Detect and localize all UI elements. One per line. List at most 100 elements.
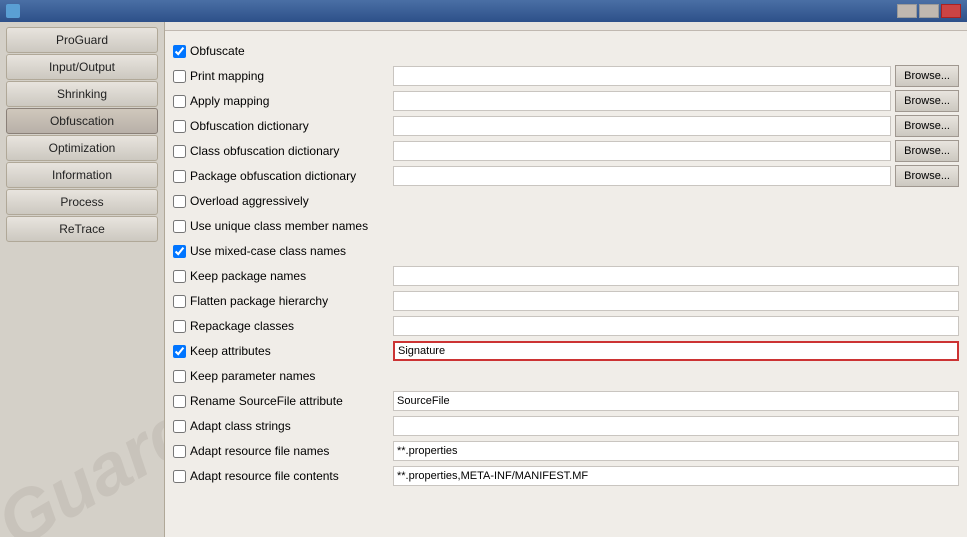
- option-label-apply-mapping[interactable]: Apply mapping: [173, 94, 393, 108]
- browse-button-package-obfuscation-dictionary[interactable]: Browse...: [895, 165, 959, 187]
- option-label-obfuscation-dictionary[interactable]: Obfuscation dictionary: [173, 119, 393, 133]
- input-wrap-adapt-class-strings: [393, 416, 959, 436]
- window-controls: [897, 4, 961, 18]
- maximize-button[interactable]: [919, 4, 939, 18]
- option-row-flatten-package-hierarchy: Flatten package hierarchy: [173, 290, 959, 312]
- option-label-class-obfuscation-dictionary[interactable]: Class obfuscation dictionary: [173, 144, 393, 158]
- sidebar-item-optimization[interactable]: Optimization: [6, 135, 158, 161]
- option-label-rename-sourcefile-attribute[interactable]: Rename SourceFile attribute: [173, 394, 393, 408]
- option-label-obfuscate[interactable]: Obfuscate: [173, 44, 393, 58]
- checkbox-obfuscation-dictionary[interactable]: [173, 120, 186, 133]
- option-label-keep-parameter-names[interactable]: Keep parameter names: [173, 369, 393, 383]
- input-wrap-keep-attributes: [393, 341, 959, 361]
- checkbox-repackage-classes[interactable]: [173, 320, 186, 333]
- option-label-overload-aggressively[interactable]: Overload aggressively: [173, 194, 393, 208]
- checkbox-keep-parameter-names[interactable]: [173, 370, 186, 383]
- option-label-keep-attributes[interactable]: Keep attributes: [173, 344, 393, 358]
- checkbox-apply-mapping[interactable]: [173, 95, 186, 108]
- option-label-adapt-resource-file-contents[interactable]: Adapt resource file contents: [173, 469, 393, 483]
- option-row-obfuscation-dictionary: Obfuscation dictionary Browse...: [173, 115, 959, 137]
- option-row-package-obfuscation-dictionary: Package obfuscation dictionary Browse...: [173, 165, 959, 187]
- option-label-use-mixed-case-class-names[interactable]: Use mixed-case class names: [173, 244, 393, 258]
- sidebar-watermark: Guard: [0, 387, 165, 537]
- sidebar-item-process[interactable]: Process: [6, 189, 158, 215]
- checkbox-obfuscate[interactable]: [173, 45, 186, 58]
- checkbox-rename-sourcefile-attribute[interactable]: [173, 395, 186, 408]
- input-wrap-obfuscation-dictionary: Browse...: [393, 115, 959, 137]
- checkbox-adapt-class-strings[interactable]: [173, 420, 186, 433]
- app-icon: [6, 4, 20, 18]
- input-wrap-adapt-resource-file-contents: [393, 466, 959, 486]
- checkbox-overload-aggressively[interactable]: [173, 195, 186, 208]
- close-button[interactable]: [941, 4, 961, 18]
- input-wrap-adapt-resource-file-names: [393, 441, 959, 461]
- sidebar-item-input-output[interactable]: Input/Output: [6, 54, 158, 80]
- text-input-obfuscation-dictionary[interactable]: [393, 116, 891, 136]
- option-label-print-mapping[interactable]: Print mapping: [173, 69, 393, 83]
- minimize-button[interactable]: [897, 4, 917, 18]
- text-input-repackage-classes[interactable]: [393, 316, 959, 336]
- text-input-keep-attributes[interactable]: [393, 341, 959, 361]
- option-row-adapt-resource-file-contents: Adapt resource file contents: [173, 465, 959, 487]
- option-label-package-obfuscation-dictionary[interactable]: Package obfuscation dictionary: [173, 169, 393, 183]
- main-container: Guard ProGuardInput/OutputShrinkingObfus…: [0, 22, 967, 537]
- sidebar-item-obfuscation[interactable]: Obfuscation: [6, 108, 158, 134]
- option-label-keep-package-names[interactable]: Keep package names: [173, 269, 393, 283]
- browse-button-print-mapping[interactable]: Browse...: [895, 65, 959, 87]
- text-input-adapt-resource-file-contents[interactable]: [393, 466, 959, 486]
- text-input-apply-mapping[interactable]: [393, 91, 891, 111]
- option-label-flatten-package-hierarchy[interactable]: Flatten package hierarchy: [173, 294, 393, 308]
- browse-button-apply-mapping[interactable]: Browse...: [895, 90, 959, 112]
- checkbox-package-obfuscation-dictionary[interactable]: [173, 170, 186, 183]
- option-row-print-mapping: Print mapping Browse...: [173, 65, 959, 87]
- text-input-adapt-class-strings[interactable]: [393, 416, 959, 436]
- checkbox-keep-attributes[interactable]: [173, 345, 186, 358]
- input-wrap-rename-sourcefile-attribute: [393, 391, 959, 411]
- option-row-keep-parameter-names: Keep parameter names: [173, 365, 959, 387]
- options-content[interactable]: ObfuscatePrint mappingBrowse...Apply map…: [165, 31, 967, 537]
- text-input-rename-sourcefile-attribute[interactable]: [393, 391, 959, 411]
- text-input-flatten-package-hierarchy[interactable]: [393, 291, 959, 311]
- checkbox-use-unique-class-member-names[interactable]: [173, 220, 186, 233]
- option-row-rename-sourcefile-attribute: Rename SourceFile attribute: [173, 390, 959, 412]
- checkbox-adapt-resource-file-names[interactable]: [173, 445, 186, 458]
- sidebar-item-shrinking[interactable]: Shrinking: [6, 81, 158, 107]
- text-input-package-obfuscation-dictionary[interactable]: [393, 166, 891, 186]
- option-label-use-unique-class-member-names[interactable]: Use unique class member names: [173, 219, 393, 233]
- sidebar-item-retrace[interactable]: ReTrace: [6, 216, 158, 242]
- sidebar-item-proguard[interactable]: ProGuard: [6, 27, 158, 53]
- option-row-apply-mapping: Apply mapping Browse...: [173, 90, 959, 112]
- checkbox-flatten-package-hierarchy[interactable]: [173, 295, 186, 308]
- input-wrap-print-mapping: Browse...: [393, 65, 959, 87]
- option-row-adapt-class-strings: Adapt class strings: [173, 415, 959, 437]
- browse-button-obfuscation-dictionary[interactable]: Browse...: [895, 115, 959, 137]
- sidebar: Guard ProGuardInput/OutputShrinkingObfus…: [0, 22, 165, 537]
- content-area: ObfuscatePrint mappingBrowse...Apply map…: [165, 22, 967, 537]
- title-bar: [0, 0, 967, 22]
- option-row-obfuscate: Obfuscate: [173, 40, 959, 62]
- option-label-adapt-class-strings[interactable]: Adapt class strings: [173, 419, 393, 433]
- input-wrap-class-obfuscation-dictionary: Browse...: [393, 140, 959, 162]
- option-row-keep-attributes: Keep attributes: [173, 340, 959, 362]
- text-input-class-obfuscation-dictionary[interactable]: [393, 141, 891, 161]
- sidebar-item-information[interactable]: Information: [6, 162, 158, 188]
- input-wrap-package-obfuscation-dictionary: Browse...: [393, 165, 959, 187]
- input-wrap-flatten-package-hierarchy: [393, 291, 959, 311]
- text-input-print-mapping[interactable]: [393, 66, 891, 86]
- checkbox-class-obfuscation-dictionary[interactable]: [173, 145, 186, 158]
- option-label-adapt-resource-file-names[interactable]: Adapt resource file names: [173, 444, 393, 458]
- checkbox-adapt-resource-file-contents[interactable]: [173, 470, 186, 483]
- option-row-repackage-classes: Repackage classes: [173, 315, 959, 337]
- text-input-adapt-resource-file-names[interactable]: [393, 441, 959, 461]
- options-header: [165, 22, 967, 31]
- option-row-class-obfuscation-dictionary: Class obfuscation dictionary Browse...: [173, 140, 959, 162]
- checkbox-keep-package-names[interactable]: [173, 270, 186, 283]
- checkbox-use-mixed-case-class-names[interactable]: [173, 245, 186, 258]
- option-row-adapt-resource-file-names: Adapt resource file names: [173, 440, 959, 462]
- browse-button-class-obfuscation-dictionary[interactable]: Browse...: [895, 140, 959, 162]
- checkbox-print-mapping[interactable]: [173, 70, 186, 83]
- option-row-use-unique-class-member-names: Use unique class member names: [173, 215, 959, 237]
- option-label-repackage-classes[interactable]: Repackage classes: [173, 319, 393, 333]
- text-input-keep-package-names[interactable]: [393, 266, 959, 286]
- option-row-keep-package-names: Keep package names: [173, 265, 959, 287]
